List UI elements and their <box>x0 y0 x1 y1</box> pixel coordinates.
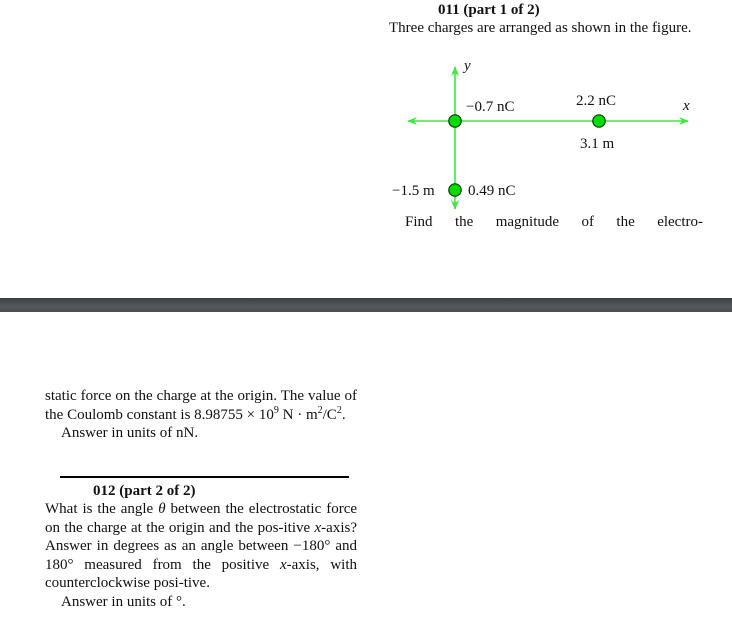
page-divider <box>0 298 732 312</box>
charge-on-x-axis <box>592 114 606 128</box>
constant-units-part: /C <box>322 406 337 423</box>
page-upper: 011 (part 1 of 2) Three charges are arra… <box>0 0 732 298</box>
problem-2-question: What is the angle θ between the electros… <box>45 500 357 611</box>
problem-1-question-continued: static force on the charge at the origin… <box>45 387 357 443</box>
x-variable: x <box>279 556 287 573</box>
coulomb-constant: 8.98755 × 109 N · m2/C2. <box>194 405 346 423</box>
problem-1-question-start: Find the magnitude of the electro- <box>405 214 703 230</box>
problem-2-text: What is the angle <box>45 501 159 517</box>
charge-origin-label: −0.7 nC <box>466 99 514 115</box>
theta-symbol: θ <box>158 501 166 517</box>
problem-2-answer-units: Answer in units of °. <box>61 593 186 610</box>
charge-x-position: 3.1 m <box>580 136 615 152</box>
problem-2-title: 012 (part 2 of 2) <box>93 483 196 499</box>
constant-mantissa: 8.98755 × 10 <box>194 406 274 423</box>
y-axis-label: y <box>462 58 471 74</box>
charge-y-label: 0.49 nC <box>468 183 516 199</box>
charge-x-label: 2.2 nC <box>576 93 616 109</box>
charge-on-y-axis <box>448 183 462 197</box>
problem-1-answer-units: Answer in units of nN. <box>61 425 199 441</box>
charge-origin <box>448 114 462 128</box>
constant-units-part: N · m <box>278 406 318 423</box>
x-axis-label: x <box>682 98 690 114</box>
charge-diagram: y x −0.7 nC 2.2 nC 3.1 m 0.49 nC −1.5 m <box>392 58 690 210</box>
problem-separator-rule <box>60 476 349 478</box>
constant-end: . <box>341 406 346 423</box>
charge-y-position: −1.5 m <box>392 183 435 199</box>
